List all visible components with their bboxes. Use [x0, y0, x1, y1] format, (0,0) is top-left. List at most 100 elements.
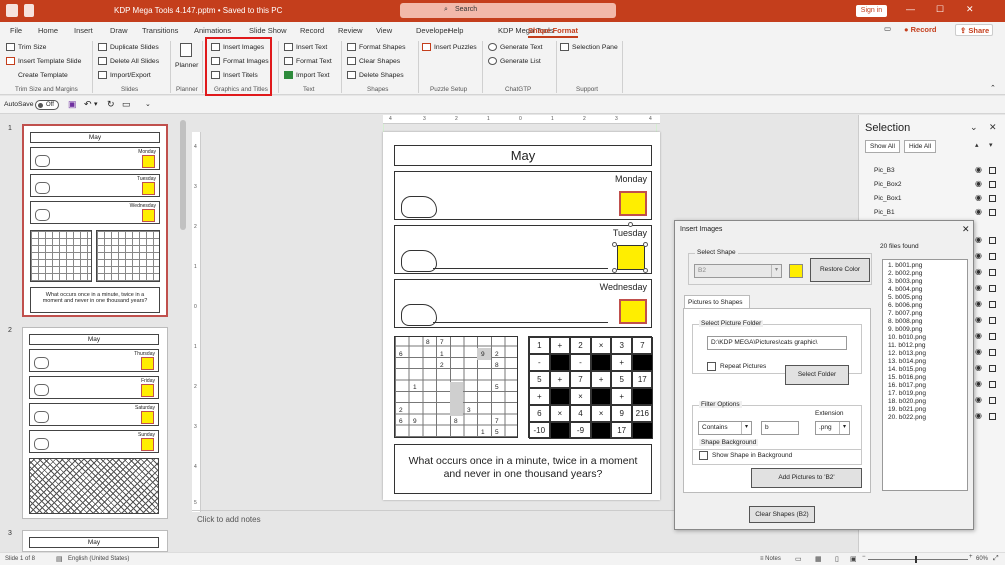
eye-icon[interactable]: ◉: [975, 379, 982, 388]
maximize-button[interactable]: ☐: [936, 4, 944, 15]
undo-icon[interactable]: ↶: [84, 99, 92, 110]
file-list-item[interactable]: 13. b014.png: [888, 358, 967, 366]
notes-placeholder[interactable]: Click to add notes: [197, 515, 261, 524]
language-indicator[interactable]: English (United States): [68, 556, 129, 562]
format-shapes-button[interactable]: Format Shapes: [347, 43, 405, 51]
zoom-slider[interactable]: [868, 559, 968, 560]
eye-icon[interactable]: ◉: [975, 363, 982, 372]
planner-button[interactable]: Planner: [175, 62, 198, 69]
record-button[interactable]: ● Record: [904, 25, 936, 34]
reading-view-icon[interactable]: ▯: [835, 555, 839, 563]
selection-pane-button[interactable]: Selection Pane: [560, 43, 618, 51]
file-list-item[interactable]: 2. b002.png: [888, 270, 967, 278]
sudoku-puzzle[interactable]: 8 7 6 1 9 2 2 8 1 5 3 2 6 9 8 7 1 5: [394, 336, 518, 438]
delete-all-slides-button[interactable]: Delete All Slides: [98, 57, 159, 65]
save-icon[interactable]: ▣: [68, 99, 77, 110]
lock-icon[interactable]: [989, 285, 996, 292]
duplicate-slides-button[interactable]: Duplicate Slides: [98, 43, 159, 51]
lock-icon[interactable]: [989, 253, 996, 260]
eye-icon[interactable]: ◉: [975, 315, 982, 324]
eye-icon[interactable]: ◉: [975, 165, 982, 174]
tab-file[interactable]: File: [10, 26, 22, 35]
clear-shapes-dialog-button[interactable]: Clear Shapes (B2): [749, 506, 815, 523]
lock-icon[interactable]: [989, 301, 996, 308]
resize-handle[interactable]: [612, 242, 617, 247]
file-list-item[interactable]: 7. b007.png: [888, 310, 967, 318]
lock-icon[interactable]: [989, 413, 996, 420]
close-button[interactable]: ✕: [966, 4, 974, 15]
file-list-item[interactable]: 12. b013.png: [888, 350, 967, 358]
cat-image[interactable]: [401, 250, 437, 272]
undo-dropdown-icon[interactable]: ▾: [94, 100, 97, 108]
zoom-out-icon[interactable]: −: [862, 554, 866, 560]
selection-item[interactable]: Pic_Box2: [874, 181, 901, 188]
zoom-slider-knob[interactable]: [915, 556, 917, 563]
slide-canvas[interactable]: May Monday Tuesday Wednesday 8 7 6 1 9 2…: [383, 132, 660, 500]
share-button[interactable]: ⇪ Share: [955, 24, 993, 36]
lock-icon[interactable]: [989, 167, 996, 174]
file-list-item[interactable]: 19. b021.png: [888, 406, 967, 414]
autosave-icon[interactable]: [6, 4, 18, 17]
lock-icon[interactable]: [989, 381, 996, 388]
slideshow-view-icon[interactable]: ▣: [850, 555, 857, 563]
eye-icon[interactable]: ◉: [975, 283, 982, 292]
tab-insert[interactable]: Insert: [74, 26, 93, 35]
insert-template-slide-button[interactable]: Insert Template Slide: [6, 57, 81, 65]
zoom-in-icon[interactable]: +: [969, 554, 973, 560]
lock-icon[interactable]: [989, 317, 996, 324]
lock-icon[interactable]: [989, 209, 996, 216]
show-all-button[interactable]: Show All: [865, 140, 900, 153]
customize-qat-icon[interactable]: ⌄: [145, 100, 151, 108]
file-list-item[interactable]: 11. b012.png: [888, 342, 967, 350]
lock-icon[interactable]: [989, 269, 996, 276]
lock-icon[interactable]: [989, 195, 996, 202]
slideshow-icon[interactable]: ▭: [122, 99, 131, 110]
math-puzzle[interactable]: 1 +2 × 3 7- - +5 +7 +5 17 + × +6 × 4 × 9 216 -10 -9 17: [528, 336, 653, 439]
thumbnails-scrollbar[interactable]: [180, 120, 186, 230]
resize-handle[interactable]: [612, 268, 617, 273]
shape-select[interactable]: B2 ▾: [694, 264, 782, 278]
extension-select[interactable]: .png ▾: [815, 421, 850, 435]
tab-design[interactable]: Review: [338, 26, 363, 35]
eye-icon[interactable]: ◉: [975, 235, 982, 244]
clear-shapes-button[interactable]: Clear Shapes: [347, 57, 400, 65]
file-list-item[interactable]: 16. b017.png: [888, 382, 967, 390]
picture-box-b3[interactable]: [619, 299, 647, 324]
tab-review[interactable]: View: [376, 26, 392, 35]
planner-icon[interactable]: [180, 43, 192, 57]
filter-mode-select[interactable]: Contains ▾: [698, 421, 752, 435]
comments-icon[interactable]: ▭: [884, 24, 891, 33]
rotate-handle[interactable]: [628, 222, 633, 227]
tab-home[interactable]: Home: [38, 26, 58, 35]
tab-developer[interactable]: Help: [448, 26, 463, 35]
eye-icon[interactable]: ◉: [975, 251, 982, 260]
selection-item[interactable]: Pic_Box1: [874, 195, 901, 202]
insert-text-button[interactable]: Insert Text: [284, 43, 327, 51]
tab-transitions[interactable]: Transitions: [142, 26, 178, 35]
file-list-item[interactable]: 4. b004.png: [888, 286, 967, 294]
tab-kdp-mega-tools[interactable]: Shape Format: [528, 26, 579, 38]
day-row-tuesday[interactable]: Tuesday: [394, 222, 652, 274]
slide-thumbnail-2[interactable]: May Thursday Friday Saturday Sunday: [22, 327, 168, 519]
format-text-button[interactable]: Format Text: [284, 57, 332, 65]
file-list-item[interactable]: 3. b003.png: [888, 278, 967, 286]
lock-icon[interactable]: [989, 181, 996, 188]
selection-item[interactable]: Pic_B1: [874, 209, 895, 216]
collapse-ribbon-icon[interactable]: ⌃: [990, 84, 996, 92]
file-list-item[interactable]: 15. b016.png: [888, 374, 967, 382]
slide-sorter-icon[interactable]: ▦: [815, 555, 822, 563]
slide-thumbnail-1[interactable]: May Monday Tuesday Wednesday What occurs…: [22, 124, 168, 317]
eye-icon[interactable]: ◉: [975, 411, 982, 420]
select-folder-button[interactable]: Select Folder: [785, 365, 849, 385]
save-icon[interactable]: [24, 4, 34, 17]
add-pictures-button[interactable]: Add Pictures to 'B2': [751, 468, 862, 488]
tab-slide-show[interactable]: Slide Show: [249, 26, 287, 35]
show-shape-bg-checkbox[interactable]: Show Shape in Background: [699, 451, 792, 460]
fit-to-window-icon[interactable]: ⤢: [993, 555, 999, 563]
file-list-item[interactable]: 17. b019.png: [888, 390, 967, 398]
file-list-item[interactable]: 14. b015.png: [888, 366, 967, 374]
resize-handle[interactable]: [643, 268, 648, 273]
autosave-toggle[interactable]: Off: [35, 100, 59, 110]
redo-icon[interactable]: ↻: [107, 99, 115, 110]
spellcheck-icon[interactable]: ▤: [56, 555, 63, 563]
